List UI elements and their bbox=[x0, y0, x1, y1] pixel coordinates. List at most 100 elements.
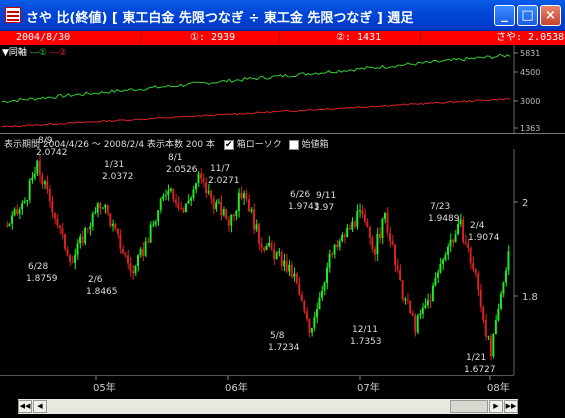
candle-body bbox=[76, 243, 79, 255]
open-box-checkbox[interactable] bbox=[288, 139, 299, 150]
candle-body bbox=[237, 192, 240, 211]
candle-body bbox=[313, 317, 316, 328]
annotation-date: 6/26 bbox=[290, 190, 310, 200]
candle-body bbox=[384, 212, 386, 219]
candle-body bbox=[504, 270, 507, 283]
candle-body bbox=[139, 248, 142, 256]
candle-body bbox=[303, 301, 306, 312]
candle-body bbox=[79, 236, 81, 244]
candle-body bbox=[91, 213, 94, 227]
annotation-value: 2.0526 bbox=[166, 165, 198, 175]
candle-body bbox=[232, 214, 235, 217]
candle-body bbox=[114, 223, 117, 229]
legend-dropdown-icon[interactable]: ▼ bbox=[2, 48, 9, 58]
annotation-value: 1.8465 bbox=[86, 287, 118, 297]
candle-body bbox=[215, 202, 218, 209]
scroll-first-button[interactable]: ◀◀ bbox=[18, 400, 32, 413]
candle-body bbox=[459, 219, 462, 224]
candle-body bbox=[278, 251, 281, 253]
candle-body bbox=[159, 198, 162, 211]
candle-body bbox=[33, 173, 36, 178]
candle-body bbox=[230, 214, 233, 226]
candle-body bbox=[36, 160, 39, 174]
scroll-right-button[interactable]: ▶ bbox=[489, 400, 503, 413]
scroll-left-button[interactable]: ◀ bbox=[33, 400, 47, 413]
box-candle-checkbox[interactable]: ✔ bbox=[223, 139, 234, 150]
candle-body bbox=[462, 219, 465, 242]
candle-body bbox=[482, 307, 485, 321]
candle-body bbox=[227, 219, 230, 226]
candle-body bbox=[179, 208, 182, 210]
candle-body bbox=[89, 226, 92, 229]
candle-body bbox=[192, 189, 195, 198]
candle-body bbox=[205, 182, 207, 193]
candle-body bbox=[137, 255, 139, 266]
annotation-date: 7/23 bbox=[430, 202, 450, 212]
candle-body bbox=[366, 221, 369, 227]
candle-body bbox=[220, 201, 223, 216]
candle-body bbox=[169, 188, 172, 191]
candle-body bbox=[396, 265, 399, 270]
candle-body bbox=[338, 240, 341, 248]
candle-body bbox=[149, 224, 152, 243]
candle-body bbox=[8, 223, 11, 227]
scroll-last-button[interactable]: ▶▶ bbox=[504, 400, 518, 413]
app-icon bbox=[5, 7, 21, 23]
annotation-date: 9/11 bbox=[316, 191, 336, 201]
candle-body bbox=[18, 209, 21, 214]
candle-body bbox=[46, 181, 49, 190]
candle-body bbox=[38, 160, 41, 176]
candle-body bbox=[414, 316, 417, 333]
candle-body bbox=[429, 300, 432, 302]
candle-body bbox=[343, 234, 346, 238]
candle-body bbox=[167, 190, 170, 196]
upper-legend: ▼同軸 ―① ―② bbox=[2, 45, 67, 58]
candle-body bbox=[368, 226, 371, 238]
display-period: 表示期間 2004/4/26 ～ 2008/2/4 bbox=[4, 140, 145, 150]
display-count: 表示本数 200 本 bbox=[147, 140, 215, 150]
candle-body bbox=[164, 195, 167, 197]
candle-body bbox=[152, 224, 155, 226]
candle-body bbox=[74, 254, 76, 263]
candle-body bbox=[13, 209, 16, 216]
horizontal-scrollbar[interactable]: ◀◀ ◀ ▶ ▶▶ bbox=[18, 399, 518, 414]
candle-body bbox=[66, 248, 69, 256]
open-box-label: 始値箱 bbox=[301, 140, 329, 150]
candle-body bbox=[187, 200, 190, 204]
title-bar[interactable]: さや 比(終値) [ 東工白金 先限つなぎ ÷ 東工金 先限つなぎ ] 週足 _… bbox=[0, 0, 565, 31]
candle-body bbox=[69, 255, 71, 262]
candle-body bbox=[376, 233, 379, 255]
annotation-value: 1.97 bbox=[314, 203, 334, 213]
annotation-date: 8/1 bbox=[168, 153, 182, 163]
candle-body bbox=[381, 218, 384, 239]
candle-body bbox=[479, 289, 482, 308]
candle-body bbox=[182, 208, 185, 213]
x-axis-label: 07年 bbox=[357, 381, 380, 394]
candle-body bbox=[200, 173, 202, 179]
minimize-button[interactable]: _ bbox=[494, 5, 515, 26]
candle-body bbox=[195, 183, 197, 190]
candle-body bbox=[26, 199, 29, 202]
candle-body bbox=[288, 264, 291, 272]
candle-body bbox=[99, 203, 102, 209]
candle-body bbox=[104, 204, 107, 208]
scroll-thumb[interactable] bbox=[450, 400, 488, 413]
candle-body bbox=[225, 208, 228, 220]
close-button[interactable]: × bbox=[540, 5, 561, 26]
candle-body bbox=[265, 245, 268, 251]
candle-body bbox=[172, 188, 175, 200]
annotation-date: 1/31 bbox=[104, 160, 124, 170]
candle-body bbox=[341, 234, 344, 241]
info-date: 2004/8/30 bbox=[16, 32, 71, 43]
candle-body bbox=[499, 293, 502, 309]
candle-body bbox=[308, 318, 311, 333]
candle-body bbox=[86, 228, 89, 230]
candle-body bbox=[449, 239, 452, 247]
candle-body bbox=[94, 212, 97, 214]
candle-body bbox=[207, 190, 210, 193]
candle-body bbox=[61, 228, 64, 235]
candle-body bbox=[467, 243, 470, 249]
candle-body bbox=[154, 221, 157, 225]
maximize-button[interactable]: □ bbox=[517, 5, 538, 26]
chart-area[interactable]: 5831450030001363 21.88/92.07426/281.8759… bbox=[0, 45, 565, 399]
